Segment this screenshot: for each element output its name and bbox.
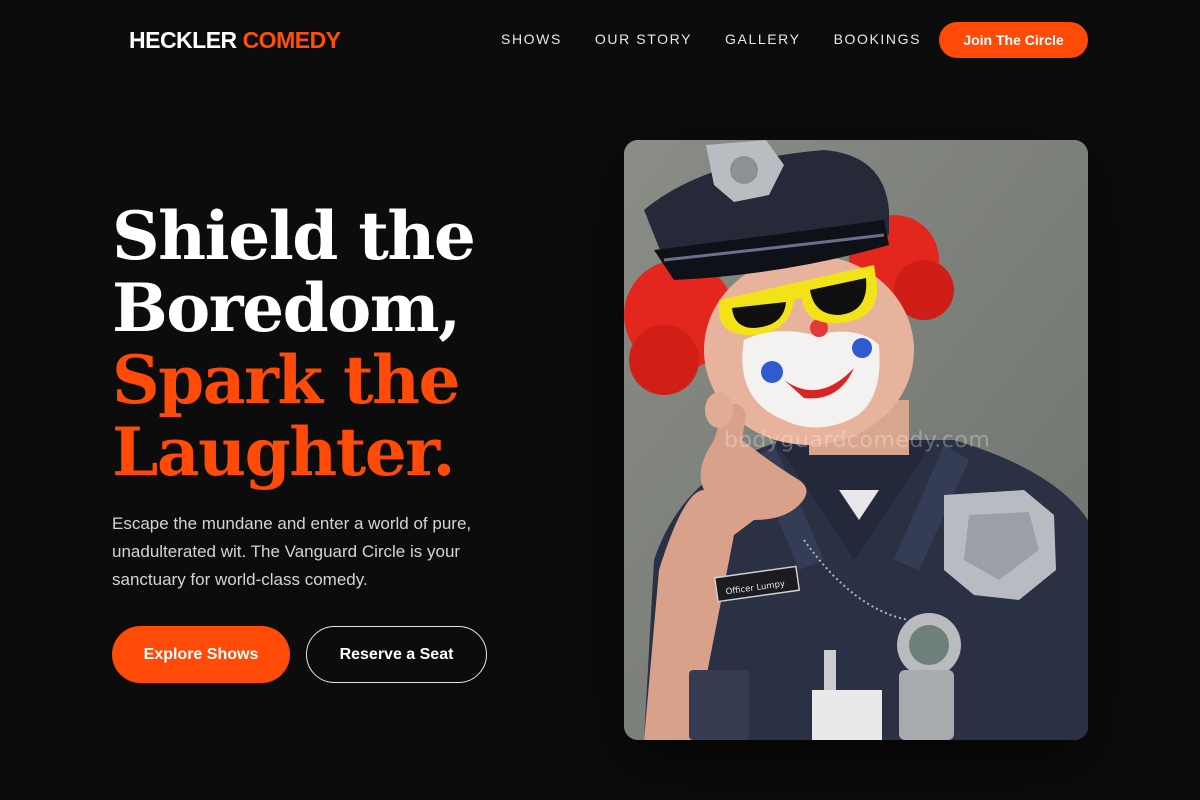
brand-logo[interactable]: HECKLER COMEDY bbox=[129, 26, 341, 54]
hero-headline: Shield the Boredom, Spark the Laughter. bbox=[112, 200, 572, 488]
nav-item-bookings[interactable]: BOOKINGS bbox=[834, 30, 921, 48]
nav-item-shows[interactable]: SHOWS bbox=[501, 30, 562, 48]
explore-shows-button[interactable]: Explore Shows bbox=[112, 626, 290, 683]
headline-line-1: Shield the bbox=[112, 197, 476, 275]
brand-word-2: COMEDY bbox=[242, 27, 341, 53]
headline-line-3: Spark the bbox=[112, 341, 461, 419]
nav-item-gallery[interactable]: GALLERY bbox=[725, 30, 801, 48]
hero-description: Escape the mundane and enter a world of … bbox=[112, 514, 472, 589]
top-nav: HECKLER COMEDY SHOWS OUR STORY GALLERY B… bbox=[0, 0, 1200, 80]
photo-watermark: bodyguardcomedy.com bbox=[724, 428, 991, 453]
brand-word-1: HECKLER bbox=[129, 27, 237, 53]
main-menu: SHOWS OUR STORY GALLERY BOOKINGS bbox=[501, 30, 921, 48]
nav-item-our-story[interactable]: OUR STORY bbox=[595, 30, 692, 48]
join-circle-button[interactable]: Join The Circle bbox=[939, 22, 1088, 58]
hero-photo: Officer Lumpy bodyguardcomedy.com bbox=[624, 140, 1088, 740]
headline-line-4: Laughter. bbox=[112, 413, 455, 491]
reserve-seat-button[interactable]: Reserve a Seat bbox=[306, 626, 487, 683]
headline-line-2: Boredom, bbox=[112, 269, 461, 347]
